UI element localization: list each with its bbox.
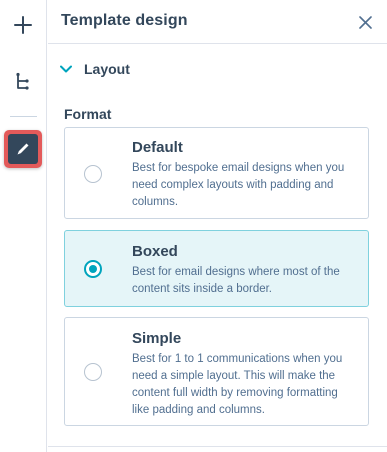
pencil-icon: [17, 143, 29, 155]
option-title: Default: [132, 139, 183, 156]
option-title: Boxed: [132, 243, 178, 260]
radio-default[interactable]: [84, 165, 102, 183]
plus-icon: [14, 16, 32, 34]
option-description: Best for bespoke email designs when you …: [132, 162, 345, 208]
design-button-inner: [8, 134, 38, 164]
tree-structure-icon: [16, 72, 29, 90]
close-button[interactable]: [355, 12, 375, 32]
rail-divider: [10, 116, 37, 117]
option-title: Simple: [132, 330, 182, 347]
layout-option-default[interactable]: Default Best for bespoke email designs w…: [64, 127, 369, 219]
chevron-down-icon: [60, 62, 74, 76]
template-design-panel: Template design Layout Format Default Be…: [48, 0, 387, 452]
left-rail: [0, 0, 47, 452]
layout-option-simple[interactable]: Simple Best for 1 to 1 communications wh…: [64, 317, 369, 426]
radio-simple[interactable]: [84, 363, 102, 381]
bottom-divider: [48, 446, 387, 447]
email-editor: Template design Layout Format Default Be…: [0, 0, 387, 452]
add-content-button[interactable]: [4, 6, 42, 44]
format-label: Format: [64, 106, 112, 122]
panel-header: Template design: [48, 0, 387, 44]
panel-title: Template design: [61, 12, 188, 29]
layout-section-toggle[interactable]: Layout: [60, 56, 130, 82]
close-icon: [358, 15, 372, 29]
template-design-button[interactable]: [4, 130, 42, 168]
section-label: Layout: [84, 61, 130, 77]
option-description: Best for email designs where most of the…: [132, 266, 340, 295]
option-description: Best for 1 to 1 communications when you …: [132, 353, 343, 416]
layout-option-boxed[interactable]: Boxed Best for email designs where most …: [64, 230, 369, 307]
radio-boxed[interactable]: [84, 260, 102, 278]
structure-button[interactable]: [4, 63, 42, 101]
